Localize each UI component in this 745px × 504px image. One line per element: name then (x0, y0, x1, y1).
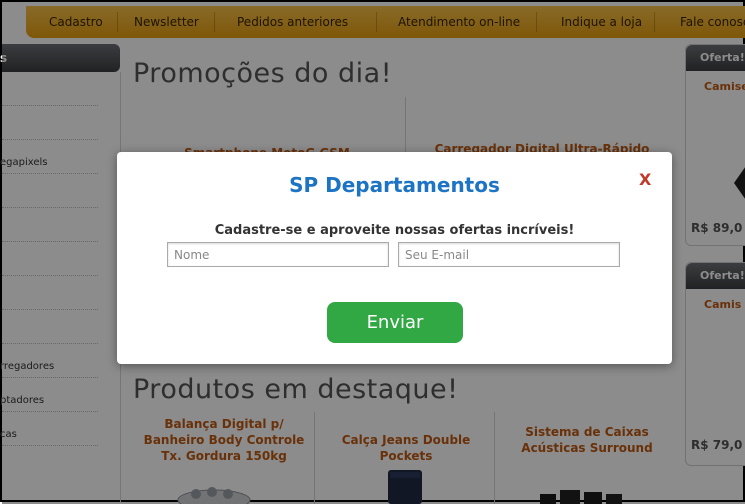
modal-subtitle: Cadastre-se e aproveite nossas ofertas i… (214, 223, 575, 238)
modal-title: SP Departamentos (289, 173, 500, 197)
name-input[interactable] (167, 242, 389, 267)
email-input[interactable] (398, 242, 620, 267)
submit-button[interactable]: Enviar (327, 302, 463, 343)
close-button[interactable]: X (639, 170, 651, 189)
signup-modal: SP Departamentos X Cadastre-se e aprovei… (117, 152, 672, 364)
